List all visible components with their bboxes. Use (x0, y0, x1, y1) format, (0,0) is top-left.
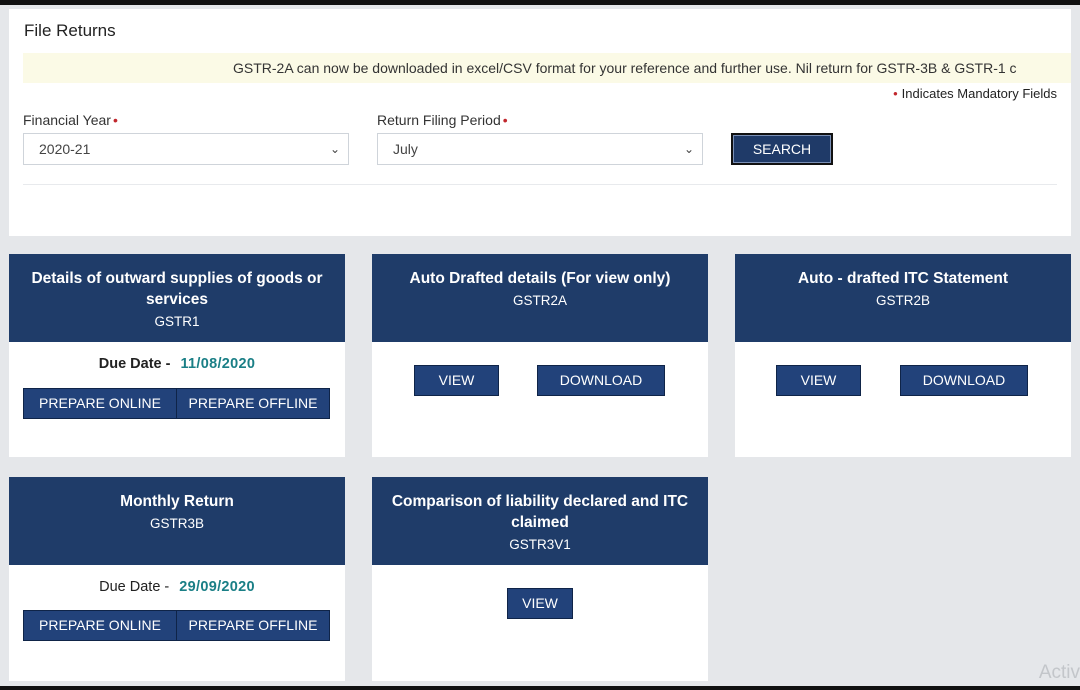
file-returns-panel: File Returns GSTR-2A can now be download… (9, 9, 1071, 236)
card-gstr2b: Auto - drafted ITC Statement GSTR2B VIEW… (735, 254, 1071, 457)
download-button[interactable]: DOWNLOAD (537, 365, 665, 396)
card-title: Details of outward supplies of goods or … (31, 270, 323, 308)
financial-year-select[interactable]: 2020-21 ⌄ (23, 133, 349, 165)
financial-year-label: Financial Year • (23, 112, 118, 128)
card-title: Monthly Return (120, 493, 234, 510)
financial-year-value: 2020-21 (39, 141, 91, 157)
due-date-value: 11/08/2020 (180, 356, 256, 372)
divider (23, 184, 1057, 185)
activation-watermark: Activ (1038, 662, 1080, 683)
card-header: Auto - drafted ITC Statement GSTR2B (735, 254, 1071, 342)
mandatory-note-text: Indicates Mandatory Fields (901, 86, 1057, 101)
due-date-value: 29/09/2020 (179, 579, 255, 595)
view-button[interactable]: VIEW (414, 365, 499, 396)
due-date-label: Due Date - (98, 356, 171, 372)
due-date-row: Due Date - 29/09/2020 (9, 579, 345, 595)
prepare-online-button[interactable]: PREPARE ONLINE (24, 389, 176, 418)
view-button[interactable]: VIEW (776, 365, 861, 396)
card-title: Auto Drafted details (For view only) (409, 270, 671, 287)
announcement-text: GSTR-2A can now be downloaded in excel/C… (233, 60, 1017, 76)
card-gstr3v1: Comparison of liability declared and ITC… (372, 477, 708, 681)
card-header: Auto Drafted details (For view only) GST… (372, 254, 708, 342)
card-code: GSTR2A (512, 293, 567, 308)
card-code: GSTR2B (875, 293, 930, 308)
return-period-label-text: Return Filing Period (377, 112, 501, 128)
chevron-down-icon: ⌄ (683, 142, 694, 156)
return-period-label: Return Filing Period • (377, 112, 508, 128)
card-title: Comparison of liability declared and ITC… (391, 493, 689, 531)
prepare-offline-button[interactable]: PREPARE OFFLINE (176, 611, 329, 640)
prepare-button-group: PREPARE ONLINE PREPARE OFFLINE (23, 388, 330, 419)
page-title: File Returns (24, 21, 116, 40)
search-button[interactable]: SEARCH (731, 133, 833, 165)
card-code: GSTR3B (149, 516, 204, 531)
mandatory-fields-note: • Indicates Mandatory Fields (893, 86, 1057, 101)
card-gstr3b: Monthly Return GSTR3B Due Date - 29/09/2… (9, 477, 345, 681)
view-button[interactable]: VIEW (507, 588, 573, 619)
prepare-offline-button[interactable]: PREPARE OFFLINE (176, 389, 329, 418)
download-button[interactable]: DOWNLOAD (900, 365, 1028, 396)
due-date-row: Due Date - 11/08/2020 (9, 356, 345, 372)
return-period-value: July (393, 141, 418, 157)
window-bottom-border (0, 686, 1080, 690)
card-code: GSTR3V1 (509, 537, 571, 552)
card-title: Auto - drafted ITC Statement (797, 270, 1009, 287)
prepare-button-group: PREPARE ONLINE PREPARE OFFLINE (23, 610, 330, 641)
required-marker: • (502, 112, 508, 128)
return-period-select[interactable]: July ⌄ (377, 133, 703, 165)
due-date-label: Due Date - (99, 579, 170, 595)
required-marker: • (893, 86, 898, 101)
announcement-bar: GSTR-2A can now be downloaded in excel/C… (23, 53, 1071, 83)
financial-year-label-text: Financial Year (23, 112, 111, 128)
card-gstr1: Details of outward supplies of goods or … (9, 254, 345, 457)
card-header: Comparison of liability declared and ITC… (372, 477, 708, 565)
card-header: Monthly Return GSTR3B (9, 477, 345, 565)
card-code: GSTR1 (154, 314, 200, 329)
card-header: Details of outward supplies of goods or … (9, 254, 345, 342)
chevron-down-icon: ⌄ (329, 142, 340, 156)
card-gstr2a: Auto Drafted details (For view only) GST… (372, 254, 708, 457)
prepare-online-button[interactable]: PREPARE ONLINE (24, 611, 176, 640)
window-top-border (0, 0, 1080, 5)
required-marker: • (112, 112, 118, 128)
